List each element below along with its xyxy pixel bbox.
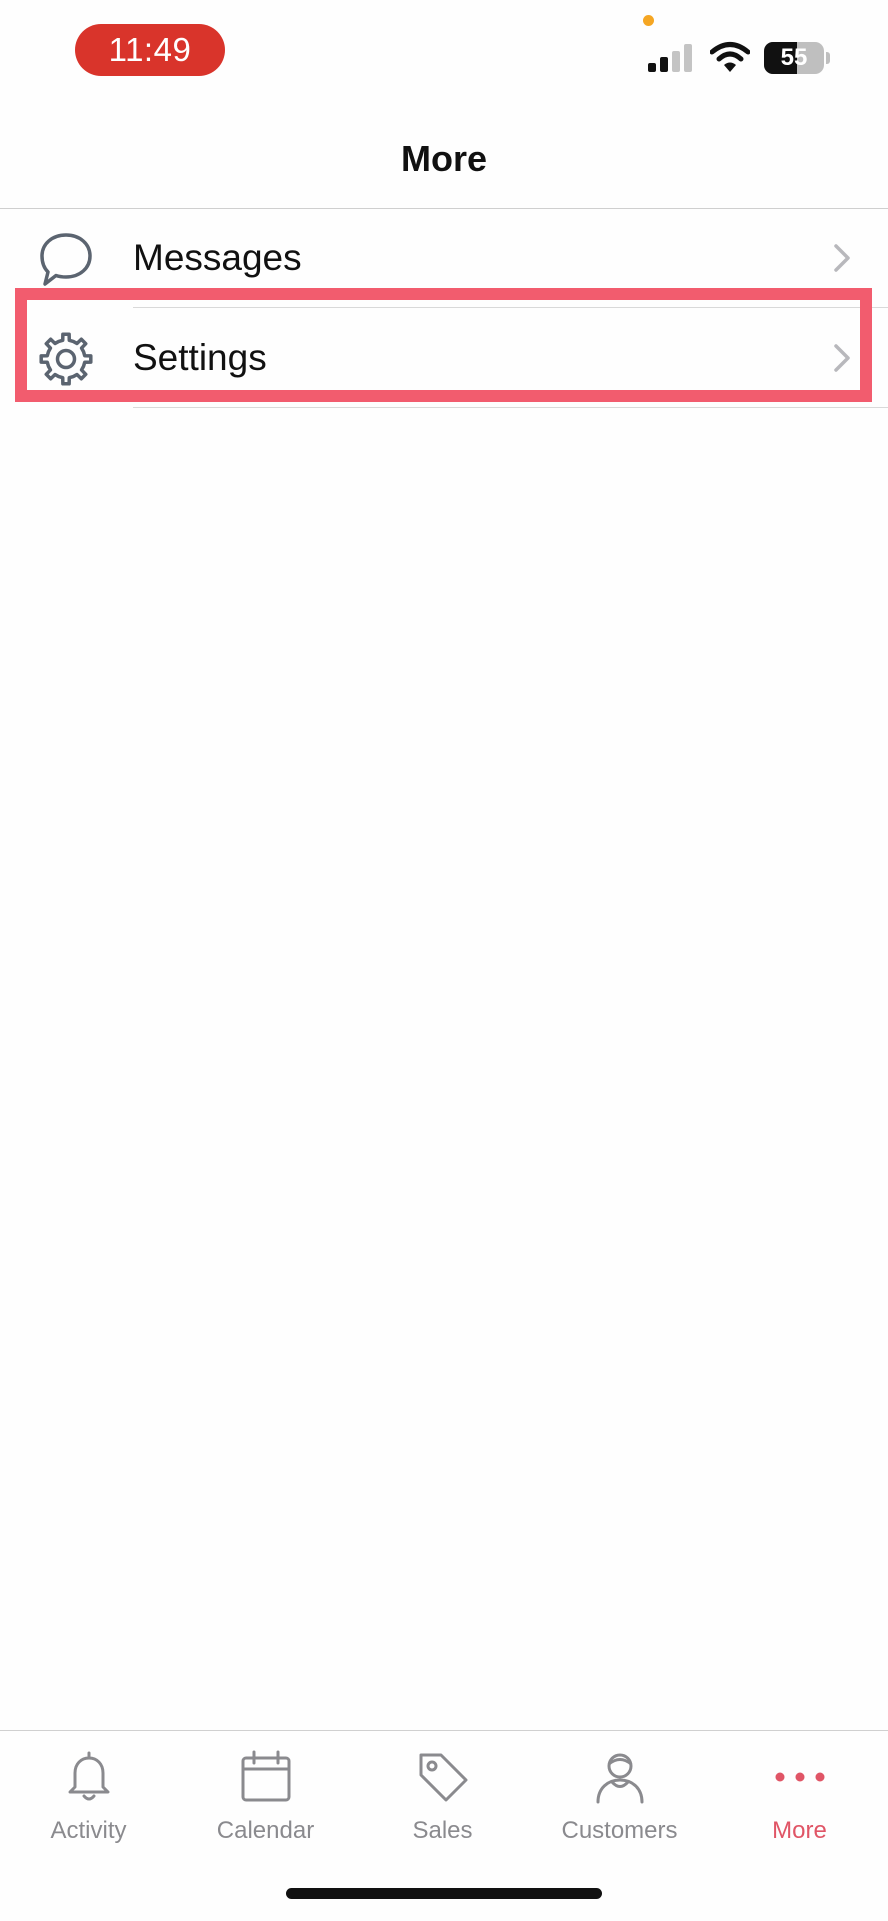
- tab-more-label: More: [772, 1817, 827, 1844]
- tab-activity-label: Activity: [50, 1817, 127, 1844]
- chevron-right-icon: [834, 244, 850, 272]
- battery-level: 55: [780, 44, 808, 71]
- status-time[interactable]: 11:49: [75, 24, 225, 76]
- tab-customers[interactable]: Customers: [531, 1749, 708, 1859]
- chevron-right-icon: [834, 344, 850, 372]
- wifi-icon: [710, 42, 750, 72]
- settings-row[interactable]: Settings: [0, 308, 888, 408]
- page-title: More: [400, 138, 487, 179]
- cellular-signal-icon: [648, 44, 692, 72]
- settings-label: Settings: [133, 337, 267, 378]
- navigation-bar: More: [0, 110, 888, 209]
- bell-icon: [68, 1751, 109, 1801]
- tag-icon: [419, 1753, 467, 1802]
- person-icon: [596, 1753, 643, 1804]
- battery-tip: [826, 52, 830, 64]
- battery-body: 55: [764, 42, 824, 74]
- tab-calendar[interactable]: Calendar: [177, 1749, 354, 1859]
- calendar-icon: [241, 1750, 290, 1802]
- messages-label: Messages: [133, 237, 302, 278]
- more-dots-icon: [775, 1772, 824, 1782]
- gear-icon: [39, 332, 93, 386]
- messages-row[interactable]: Messages: [0, 208, 888, 308]
- battery-icon: 55: [764, 42, 830, 74]
- tab-sales[interactable]: Sales: [354, 1749, 531, 1859]
- status-bar: 11:49 55: [0, 0, 888, 110]
- privacy-indicator-dot: [643, 15, 654, 26]
- tab-more[interactable]: More: [711, 1749, 888, 1859]
- more-menu-list: Messages Settings: [0, 208, 888, 408]
- speech-bubble-icon: [40, 233, 92, 286]
- tab-calendar-label: Calendar: [216, 1817, 315, 1844]
- row-divider: [133, 407, 888, 408]
- home-indicator[interactable]: [286, 1888, 602, 1899]
- tab-customers-label: Customers: [561, 1817, 678, 1844]
- tab-sales-label: Sales: [412, 1817, 473, 1844]
- tab-activity[interactable]: Activity: [0, 1749, 177, 1859]
